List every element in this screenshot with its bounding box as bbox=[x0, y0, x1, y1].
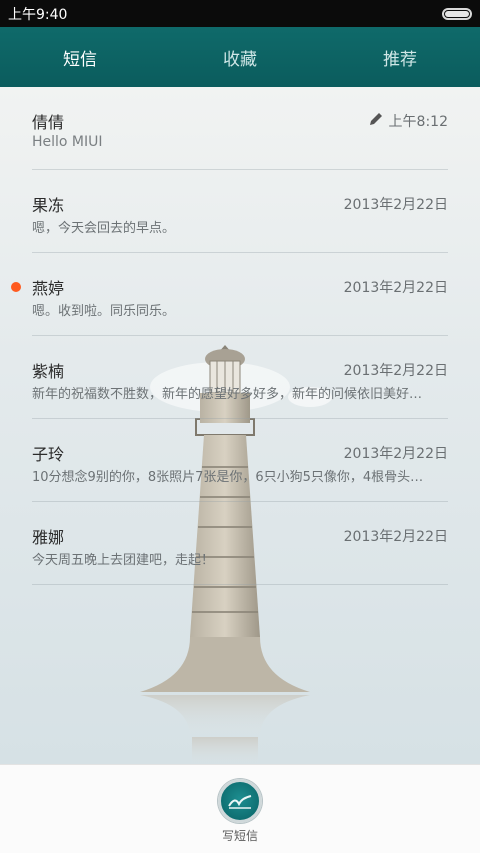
pencil-icon bbox=[370, 113, 382, 125]
message-date: 上午8:12 bbox=[388, 114, 448, 130]
status-bar: 上午9:40 bbox=[0, 0, 480, 27]
contact-name: 燕婷 bbox=[32, 279, 65, 298]
message-list-area: 倩倩 上午8:12 Hello MIUI 果冻 2013年2月22日 嗯，今天会… bbox=[0, 87, 480, 764]
contact-name: 雅娜 bbox=[32, 528, 65, 547]
message-preview: Hello MIUI bbox=[32, 134, 103, 150]
compose-icon bbox=[228, 795, 252, 809]
status-time: 上午9:40 bbox=[8, 6, 68, 23]
contact-name: 果冻 bbox=[32, 196, 65, 215]
message-date: 2013年2月22日 bbox=[343, 197, 448, 213]
conversation-item[interactable]: 雅娜 2013年2月22日 今天周五晚上去团建吧，走起！ bbox=[32, 502, 448, 585]
message-preview: 今天周五晚上去团建吧，走起！ bbox=[32, 553, 215, 568]
message-preview: 嗯。收到啦。同乐同乐。 bbox=[32, 304, 176, 319]
conversation-item[interactable]: 子玲 2013年2月22日 10分想念9别的你，8张照片7张是你，6只小狗5只像… bbox=[32, 419, 448, 502]
tab-bar: 短信 收藏 推荐 bbox=[0, 27, 480, 87]
message-preview: 10分想念9别的你，8张照片7张是你，6只小狗5只像你，4根骨头… bbox=[32, 470, 424, 485]
conversation-item[interactable]: 燕婷 2013年2月22日 嗯。收到啦。同乐同乐。 bbox=[11, 253, 448, 336]
contact-name: 子玲 bbox=[32, 445, 65, 464]
compose-button[interactable] bbox=[218, 779, 262, 823]
message-date: 2013年2月22日 bbox=[343, 529, 448, 545]
compose-label: 写短信 bbox=[221, 829, 258, 843]
battery-icon bbox=[442, 7, 472, 20]
message-date: 2013年2月22日 bbox=[343, 446, 448, 462]
tab-recommended[interactable]: 推荐 bbox=[320, 27, 480, 87]
message-date: 2013年2月22日 bbox=[343, 280, 448, 296]
contact-name: 紫楠 bbox=[32, 362, 65, 381]
message-preview: 新年的祝福数不胜数，新年的愿望好多好多，新年的问候依旧美好… bbox=[32, 387, 423, 402]
message-preview: 嗯，今天会回去的早点。 bbox=[32, 221, 176, 236]
conversation-item[interactable]: 紫楠 2013年2月22日 新年的祝福数不胜数，新年的愿望好多好多，新年的问候依… bbox=[32, 336, 448, 419]
conversation-item[interactable]: 倩倩 上午8:12 Hello MIUI bbox=[32, 87, 448, 170]
conversation-list: 倩倩 上午8:12 Hello MIUI 果冻 2013年2月22日 嗯，今天会… bbox=[0, 87, 480, 585]
tab-favorites[interactable]: 收藏 bbox=[160, 27, 320, 87]
conversation-item[interactable]: 果冻 2013年2月22日 嗯，今天会回去的早点。 bbox=[32, 170, 448, 253]
unread-indicator bbox=[11, 282, 21, 292]
tab-messages[interactable]: 短信 bbox=[0, 27, 160, 87]
contact-name: 倩倩 bbox=[32, 113, 65, 132]
bottom-bar: 写短信 bbox=[0, 764, 480, 853]
message-date: 2013年2月22日 bbox=[343, 363, 448, 379]
